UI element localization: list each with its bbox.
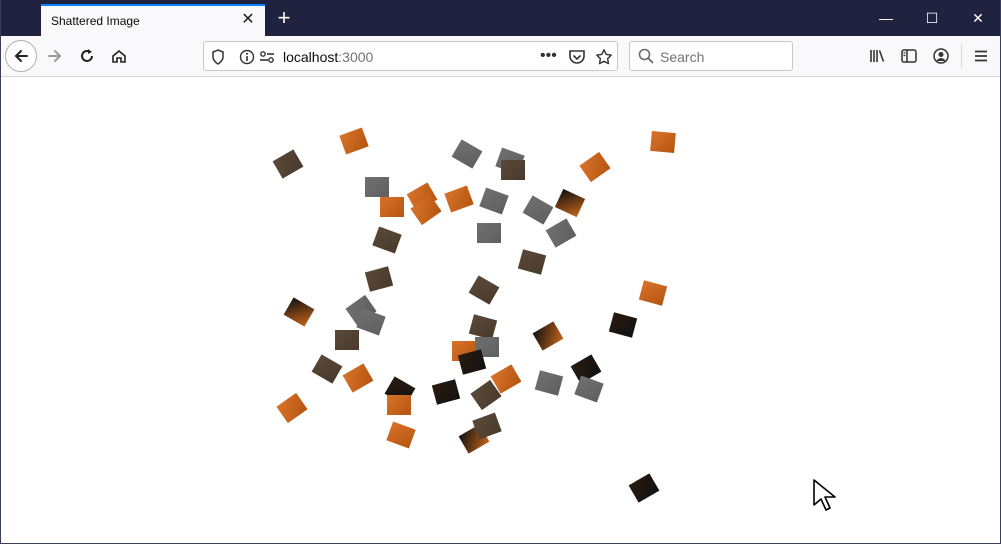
image-shard: [650, 130, 676, 154]
browser-window: Shattered Image ✕ + — ☐ ✕ localhost:3000…: [0, 0, 1001, 544]
tab-shattered-image[interactable]: Shattered Image ✕: [41, 4, 265, 36]
image-shard: [477, 223, 501, 243]
image-shard: [517, 249, 547, 275]
toolbar-divider: [961, 44, 962, 68]
image-shard: [283, 297, 315, 327]
sidebar-icon[interactable]: [893, 40, 925, 72]
title-bar: Shattered Image ✕ + — ☐ ✕: [1, 0, 1000, 36]
image-shard: [342, 363, 374, 393]
image-shard: [479, 187, 509, 215]
url-port: :3000: [338, 49, 374, 65]
image-shard: [356, 308, 386, 336]
image-shard: [457, 349, 487, 375]
image-shard: [444, 185, 474, 213]
info-icon[interactable]: [239, 49, 255, 65]
search-icon: [638, 48, 654, 64]
image-shard: [534, 370, 564, 396]
image-shard: [272, 149, 304, 179]
url-bar[interactable]: localhost:3000 •••: [203, 41, 618, 71]
image-shard: [532, 321, 564, 351]
image-shard: [431, 379, 461, 405]
image-shard: [554, 188, 586, 218]
image-shard: [380, 197, 404, 217]
search-bar[interactable]: Search: [629, 41, 793, 71]
image-shard: [276, 392, 308, 424]
minimize-icon[interactable]: —: [863, 0, 909, 36]
image-shard: [372, 226, 402, 254]
image-shard: [628, 473, 660, 503]
plus-icon[interactable]: +: [273, 7, 295, 29]
image-shard: [339, 127, 369, 155]
image-shard: [387, 395, 411, 415]
page-content: [1, 77, 1000, 543]
reload-icon[interactable]: [71, 40, 103, 72]
arrow-right-icon[interactable]: [39, 40, 71, 72]
image-shard: [311, 354, 343, 384]
library-icon[interactable]: [861, 40, 893, 72]
home-icon[interactable]: [103, 40, 135, 72]
image-shard: [364, 266, 394, 292]
url-text[interactable]: localhost:3000: [283, 49, 373, 65]
image-shard: [468, 314, 498, 340]
image-shard: [501, 160, 525, 180]
image-shard: [451, 139, 483, 169]
search-placeholder: Search: [660, 49, 705, 65]
mouse-pointer-icon: [813, 479, 836, 511]
image-shard: [545, 218, 577, 248]
close-icon[interactable]: ✕: [239, 11, 257, 29]
image-shard: [638, 280, 668, 306]
arrow-left-icon[interactable]: [5, 40, 37, 72]
image-shard: [386, 421, 416, 449]
image-shard: [579, 151, 611, 183]
image-shard: [608, 312, 638, 338]
image-shard: [574, 375, 604, 403]
maximize-icon[interactable]: ☐: [909, 0, 955, 36]
pocket-icon[interactable]: [568, 48, 586, 66]
permissions-icon[interactable]: [259, 49, 275, 65]
shield-icon[interactable]: [211, 49, 225, 65]
image-shard: [335, 330, 359, 350]
ellipsis-icon[interactable]: •••: [540, 48, 557, 64]
tab-title: Shattered Image: [51, 14, 140, 28]
image-shard: [468, 275, 500, 305]
image-shard: [522, 195, 554, 225]
navigation-toolbar: localhost:3000 ••• Search: [1, 36, 1000, 77]
star-icon[interactable]: [595, 48, 613, 66]
close-icon[interactable]: ✕: [955, 0, 1000, 36]
image-shard: [365, 177, 389, 197]
account-icon[interactable]: [925, 40, 957, 72]
hamburger-menu-icon[interactable]: [965, 40, 997, 72]
url-host: localhost: [283, 49, 339, 65]
image-shard: [472, 412, 502, 440]
